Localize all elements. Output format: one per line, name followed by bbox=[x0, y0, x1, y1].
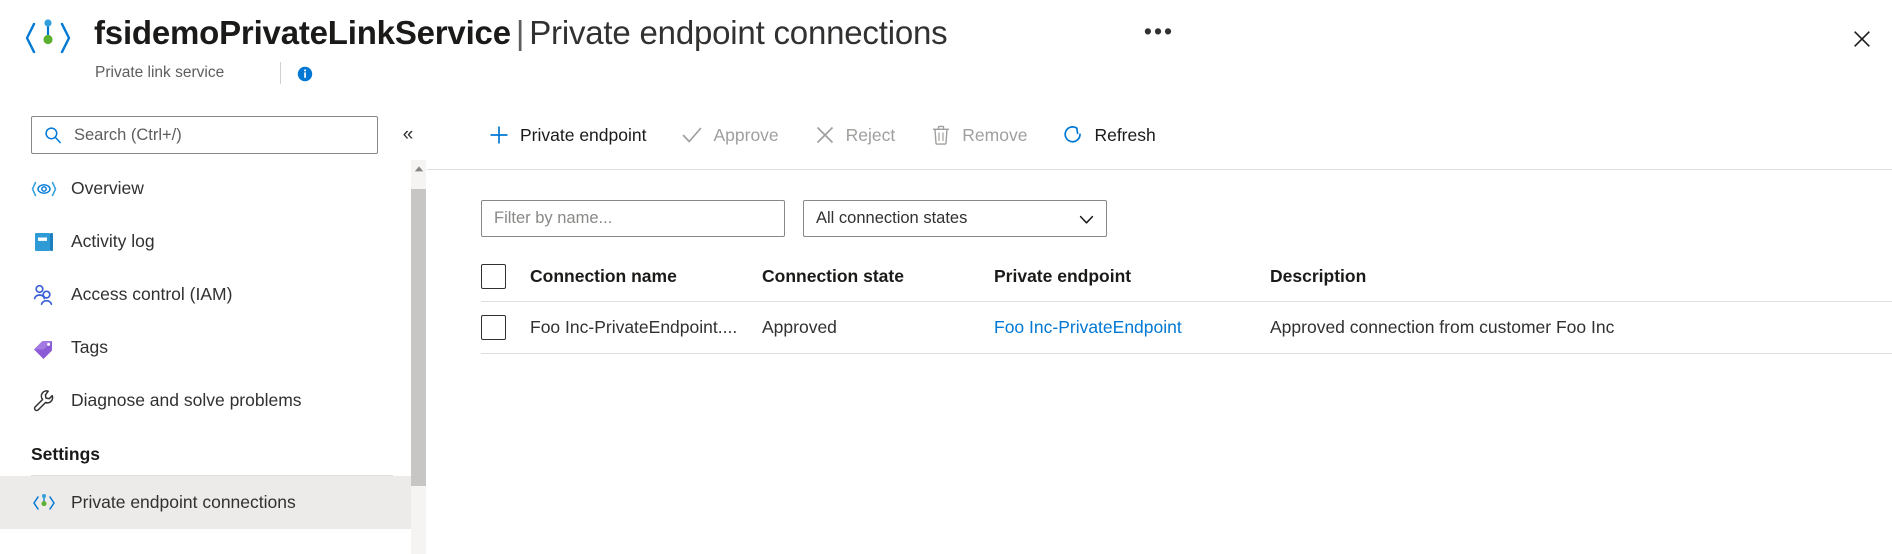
cell-description: Approved connection from customer Foo In… bbox=[1270, 317, 1615, 337]
blade-sidebar: « Overview bbox=[0, 100, 413, 554]
refresh-button[interactable]: Refresh bbox=[1055, 115, 1161, 155]
sidebar-item-label: Activity log bbox=[71, 231, 155, 251]
table-row-divider bbox=[481, 353, 1892, 354]
scroll-up-arrow-icon[interactable] bbox=[411, 160, 426, 178]
connection-state-selected-value: All connection states bbox=[816, 208, 968, 227]
collapse-sidebar-button[interactable]: « bbox=[395, 122, 421, 148]
blade-header: fsidemoPrivateLinkService | Private endpoi… bbox=[0, 0, 1892, 100]
table-header-row: Connection name Connection state Private… bbox=[427, 252, 1892, 301]
command-toolbar: Private endpoint Approve Reject Remove R… bbox=[427, 100, 1892, 170]
column-header-connection-name[interactable]: Connection name bbox=[530, 266, 762, 287]
subtitle-divider bbox=[280, 62, 281, 84]
sidebar-item-private-endpoint-connections[interactable]: Private endpoint connections bbox=[0, 476, 411, 529]
resource-type-subtitle: Private link service bbox=[95, 64, 225, 81]
sidebar-item-label: Overview bbox=[71, 178, 144, 198]
info-icon[interactable] bbox=[297, 66, 313, 82]
chevron-down-icon bbox=[1077, 210, 1096, 229]
blade-content: Private endpoint Approve Reject Remove R… bbox=[427, 100, 1892, 554]
reject-button[interactable]: Reject bbox=[807, 115, 902, 155]
filter-by-name-input[interactable] bbox=[481, 199, 785, 237]
connection-state-dropdown[interactable]: All connection states bbox=[803, 199, 1107, 237]
close-icon[interactable] bbox=[1845, 22, 1879, 56]
approve-button[interactable]: Approve bbox=[674, 115, 784, 155]
access-control-people-icon bbox=[31, 282, 57, 308]
wrench-icon bbox=[31, 388, 57, 414]
tag-icon bbox=[31, 335, 57, 361]
row-checkbox[interactable] bbox=[481, 315, 506, 340]
resource-name: fsidemoPrivateLinkService bbox=[94, 14, 511, 51]
sidebar-item-label: Access control (IAM) bbox=[71, 284, 233, 304]
sidebar-item-overview[interactable]: Overview bbox=[0, 162, 411, 215]
sidebar-scrollbar[interactable] bbox=[411, 160, 426, 554]
azure-portal-blade: fsidemoPrivateLinkService | Private endpoi… bbox=[0, 0, 1892, 554]
column-header-connection-state[interactable]: Connection state bbox=[762, 266, 994, 287]
toolbar-button-label: Remove bbox=[962, 124, 1028, 145]
activity-log-icon bbox=[31, 229, 57, 255]
column-header-private-endpoint[interactable]: Private endpoint bbox=[994, 266, 1270, 287]
more-options-button[interactable]: ••• bbox=[1142, 20, 1176, 54]
sidebar-group-settings: Settings bbox=[31, 444, 101, 464]
sidebar-item-access-control[interactable]: Access control (IAM) bbox=[0, 268, 411, 321]
toolbar-button-label: Private endpoint bbox=[520, 124, 647, 145]
private-link-service-icon bbox=[24, 14, 72, 62]
toolbar-button-label: Approve bbox=[713, 124, 779, 145]
private-link-service-icon bbox=[31, 490, 57, 516]
page-title: fsidemoPrivateLinkService | Private endpoi… bbox=[94, 12, 948, 54]
toolbar-divider bbox=[427, 169, 1892, 170]
sidebar-item-diagnose[interactable]: Diagnose and solve problems bbox=[0, 374, 411, 427]
filter-bar: All connection states bbox=[427, 193, 1892, 243]
add-private-endpoint-button[interactable]: Private endpoint bbox=[481, 115, 652, 155]
sidebar-item-label: Private endpoint connections bbox=[71, 492, 296, 512]
x-icon bbox=[813, 123, 837, 147]
refresh-icon bbox=[1061, 123, 1085, 147]
toolbar-button-label: Reject bbox=[845, 124, 896, 145]
sidebar-item-label: Tags bbox=[71, 337, 108, 357]
cell-connection-name: Foo Inc-PrivateEndpoint.... bbox=[530, 317, 738, 337]
page-title-text: Private endpoint connections bbox=[529, 14, 948, 51]
check-icon bbox=[680, 123, 704, 147]
title-separator: | bbox=[515, 14, 525, 51]
overview-eye-icon bbox=[31, 176, 57, 202]
sidebar-nav: Overview Activity log Access control (IA… bbox=[0, 162, 411, 554]
plus-icon bbox=[487, 123, 511, 147]
connections-table: Connection name Connection state Private… bbox=[427, 252, 1892, 354]
toolbar-button-label: Refresh bbox=[1094, 124, 1156, 145]
cell-connection-state: Approved bbox=[762, 317, 837, 337]
table-row[interactable]: Foo Inc-PrivateEndpoint.... Approved Foo… bbox=[427, 302, 1892, 353]
select-all-checkbox-cell bbox=[481, 264, 530, 289]
cell-private-endpoint-link[interactable]: Foo Inc-PrivateEndpoint bbox=[994, 317, 1270, 338]
sidebar-item-tags[interactable]: Tags bbox=[0, 321, 411, 374]
sidebar-search bbox=[31, 116, 378, 154]
sidebar-item-label: Diagnose and solve problems bbox=[71, 390, 302, 410]
sidebar-item-activity-log[interactable]: Activity log bbox=[0, 215, 411, 268]
select-all-checkbox[interactable] bbox=[481, 264, 506, 289]
remove-button[interactable]: Remove bbox=[923, 115, 1033, 155]
scrollbar-thumb[interactable] bbox=[411, 189, 426, 486]
trash-icon bbox=[929, 123, 953, 147]
search-input[interactable] bbox=[31, 116, 378, 154]
row-checkbox-cell bbox=[481, 315, 530, 340]
column-header-description[interactable]: Description bbox=[1270, 266, 1892, 287]
